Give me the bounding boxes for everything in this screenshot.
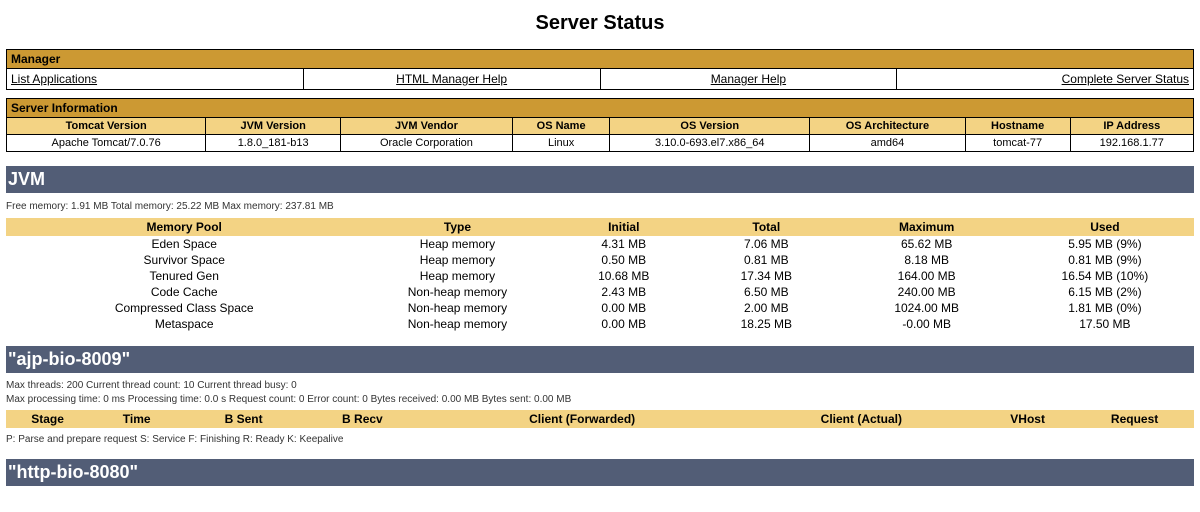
mem-cell-type: Heap memory (362, 252, 552, 268)
mem-row: MetaspaceNon-heap memory0.00 MB18.25 MB-… (6, 316, 1194, 332)
col-os-name: OS Name (512, 118, 610, 135)
mem-cell-pool: Metaspace (6, 316, 362, 332)
col-jvm-version: JVM Version (206, 118, 341, 135)
mem-cell-used: 5.95 MB (9%) (1016, 236, 1194, 252)
connector-ajp-stats: Max threads: 200 Current thread count: 1… (6, 379, 1194, 406)
complete-server-status-link[interactable]: Complete Server Status (1062, 72, 1189, 86)
server-info-box: Server Information Tomcat Version JVM Ve… (6, 98, 1194, 152)
val-jvm-version: 1.8.0_181-b13 (206, 135, 341, 152)
mem-cell-max: -0.00 MB (838, 316, 1016, 332)
mem-cell-initial: 10.68 MB (552, 268, 695, 284)
mem-cell-pool: Code Cache (6, 284, 362, 300)
col-ip: IP Address (1070, 118, 1193, 135)
conn-col-time: Time (89, 410, 184, 428)
jvm-memory-table: Memory Pool Type Initial Total Maximum U… (6, 218, 1194, 332)
val-os-version: 3.10.0-693.el7.x86_64 (610, 135, 810, 152)
mem-col-max: Maximum (838, 218, 1016, 236)
mem-cell-total: 0.81 MB (695, 252, 838, 268)
mem-cell-max: 8.18 MB (838, 252, 1016, 268)
mem-row: Tenured GenHeap memory10.68 MB17.34 MB16… (6, 268, 1194, 284)
manager-box: Manager List Applications HTML Manager H… (6, 49, 1194, 90)
conn-col-client-fwd: Client (Forwarded) (422, 410, 743, 428)
ajp-stats-line1: Max threads: 200 Current thread count: 1… (6, 380, 297, 391)
mem-cell-max: 1024.00 MB (838, 300, 1016, 316)
mem-col-initial: Initial (552, 218, 695, 236)
mem-cell-used: 17.50 MB (1016, 316, 1194, 332)
mem-col-used: Used (1016, 218, 1194, 236)
conn-col-brecv: B Recv (303, 410, 422, 428)
val-os-name: Linux (512, 135, 610, 152)
col-jvm-vendor: JVM Vendor (341, 118, 513, 135)
server-info-title: Server Information (7, 99, 1194, 118)
mem-cell-used: 6.15 MB (2%) (1016, 284, 1194, 300)
mem-cell-type: Non-heap memory (362, 316, 552, 332)
connector-http-title: "http-bio-8080" (6, 459, 1194, 486)
col-tomcat-version: Tomcat Version (7, 118, 206, 135)
mem-cell-type: Heap memory (362, 268, 552, 284)
mem-col-pool: Memory Pool (6, 218, 362, 236)
mem-cell-total: 6.50 MB (695, 284, 838, 300)
col-os-version: OS Version (610, 118, 810, 135)
conn-col-request: Request (1075, 410, 1194, 428)
mem-cell-pool: Compressed Class Space (6, 300, 362, 316)
mem-row: Compressed Class SpaceNon-heap memory0.0… (6, 300, 1194, 316)
mem-row: Survivor SpaceHeap memory0.50 MB0.81 MB8… (6, 252, 1194, 268)
conn-col-vhost: VHost (980, 410, 1075, 428)
mem-cell-total: 2.00 MB (695, 300, 838, 316)
mem-cell-initial: 0.00 MB (552, 300, 695, 316)
connector-legend: P: Parse and prepare request S: Service … (6, 434, 1194, 445)
mem-row: Eden SpaceHeap memory4.31 MB7.06 MB65.62… (6, 236, 1194, 252)
val-hostname: tomcat-77 (965, 135, 1070, 152)
val-jvm-vendor: Oracle Corporation (341, 135, 513, 152)
mem-cell-total: 7.06 MB (695, 236, 838, 252)
mem-cell-initial: 4.31 MB (552, 236, 695, 252)
val-ip: 192.168.1.77 (1070, 135, 1193, 152)
mem-cell-max: 240.00 MB (838, 284, 1016, 300)
mem-cell-pool: Tenured Gen (6, 268, 362, 284)
mem-cell-type: Heap memory (362, 236, 552, 252)
page-title: Server Status (6, 12, 1194, 35)
col-os-arch: OS Architecture (810, 118, 966, 135)
mem-cell-max: 164.00 MB (838, 268, 1016, 284)
mem-row: Code CacheNon-heap memory2.43 MB6.50 MB2… (6, 284, 1194, 300)
mem-cell-initial: 2.43 MB (552, 284, 695, 300)
mem-cell-initial: 0.00 MB (552, 316, 695, 332)
mem-cell-max: 65.62 MB (838, 236, 1016, 252)
manager-help-link[interactable]: Manager Help (711, 72, 786, 86)
mem-cell-type: Non-heap memory (362, 284, 552, 300)
mem-cell-pool: Survivor Space (6, 252, 362, 268)
mem-cell-used: 16.54 MB (10%) (1016, 268, 1194, 284)
conn-col-bsent: B Sent (184, 410, 303, 428)
jvm-memory-summary: Free memory: 1.91 MB Total memory: 25.22… (6, 201, 1194, 212)
mem-col-type: Type (362, 218, 552, 236)
html-manager-help-link[interactable]: HTML Manager Help (396, 72, 507, 86)
conn-col-client-act: Client (Actual) (743, 410, 981, 428)
mem-cell-type: Non-heap memory (362, 300, 552, 316)
manager-title: Manager (7, 50, 1194, 69)
val-tomcat-version: Apache Tomcat/7.0.76 (7, 135, 206, 152)
connector-ajp-table: Stage Time B Sent B Recv Client (Forward… (6, 410, 1194, 428)
col-hostname: Hostname (965, 118, 1070, 135)
connector-ajp-title: "ajp-bio-8009" (6, 346, 1194, 373)
jvm-section-title: JVM (6, 166, 1194, 193)
mem-col-total: Total (695, 218, 838, 236)
mem-cell-initial: 0.50 MB (552, 252, 695, 268)
val-os-arch: amd64 (810, 135, 966, 152)
mem-cell-total: 17.34 MB (695, 268, 838, 284)
mem-cell-pool: Eden Space (6, 236, 362, 252)
mem-cell-used: 0.81 MB (9%) (1016, 252, 1194, 268)
conn-col-stage: Stage (6, 410, 89, 428)
mem-cell-total: 18.25 MB (695, 316, 838, 332)
list-applications-link[interactable]: List Applications (11, 72, 97, 86)
mem-cell-used: 1.81 MB (0%) (1016, 300, 1194, 316)
ajp-stats-line2: Max processing time: 0 ms Processing tim… (6, 394, 571, 405)
